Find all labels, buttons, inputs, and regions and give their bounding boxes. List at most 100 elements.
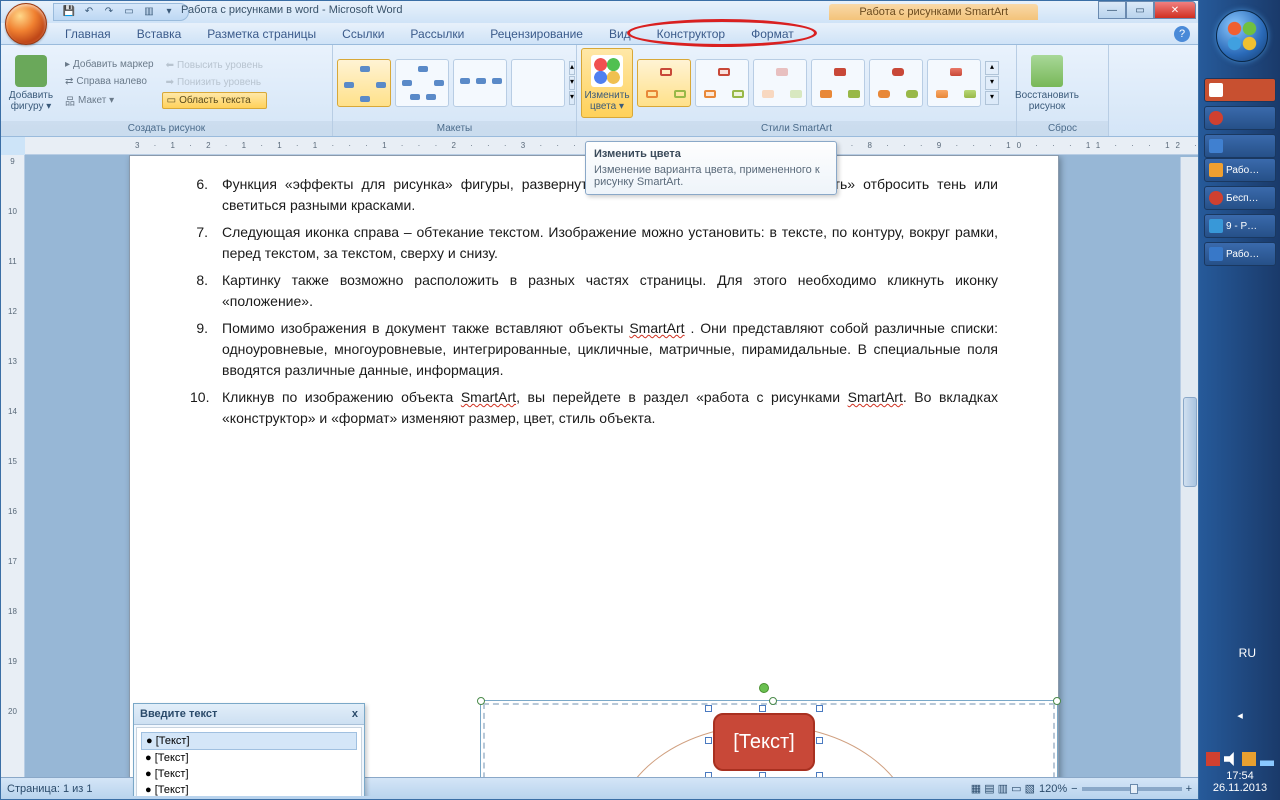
textpane-item[interactable]: ● [Текст]	[141, 782, 357, 796]
clock-date[interactable]: 26.11.2013	[1204, 782, 1276, 794]
taskbar-app[interactable]: Рабо…	[1204, 242, 1276, 266]
style-option[interactable]	[927, 59, 981, 107]
zoom-slider[interactable]	[1082, 787, 1182, 791]
taskbar-app[interactable]: Бесп…	[1204, 186, 1276, 210]
document-area[interactable]: 6.Функция «эффекты для рисунка» фигуры, …	[25, 155, 1198, 796]
clock-time[interactable]: 17:54	[1204, 770, 1276, 782]
add-shape-button[interactable]: Добавить фигуру ▾	[5, 48, 57, 118]
tab-review[interactable]: Рецензирование	[478, 24, 595, 44]
textpane-title: Введите текст	[140, 708, 217, 720]
vertical-ruler[interactable]: 91011121314151617181920	[1, 155, 25, 796]
style-option[interactable]	[869, 59, 923, 107]
qat-item[interactable]: ▥	[142, 5, 156, 19]
list-item: 9.Помимо изображения в документ также вс…	[190, 318, 998, 381]
save-icon[interactable]: 💾	[62, 5, 76, 19]
layout-option[interactable]	[511, 59, 565, 107]
textpane-toggle[interactable]: ▭ Область текста	[162, 92, 267, 109]
change-colors-button[interactable]: Изменить цвета ▾	[581, 48, 633, 118]
promote-button: ⬅ Повысить уровень	[162, 58, 267, 73]
word-window: 💾 ↶ ↷ ▭ ▥ ▾ Работа с рисунками в word - …	[0, 0, 1199, 800]
smartart-text-pane[interactable]: Введите текст x ● [Текст] ● [Текст] ● [Те…	[133, 703, 365, 796]
add-bullet-button[interactable]: ▸ Добавить маркер	[61, 57, 158, 72]
group-layouts: Макеты	[333, 121, 576, 136]
taskbar-app[interactable]: Рабо…	[1204, 158, 1276, 182]
resize-handle[interactable]	[477, 697, 485, 705]
layouts-gallery[interactable]	[337, 59, 565, 107]
gallery-down[interactable]: ▾	[985, 76, 999, 90]
style-option[interactable]	[637, 59, 691, 107]
resize-handle[interactable]	[769, 697, 777, 705]
tab-home[interactable]: Главная	[53, 24, 123, 44]
layout-option[interactable]	[453, 59, 507, 107]
tab-insert[interactable]: Вставка	[125, 24, 194, 44]
textpane-list[interactable]: ● [Текст] ● [Текст] ● [Текст] ● [Текст] …	[136, 727, 362, 796]
quicklaunch-item[interactable]	[1204, 106, 1276, 130]
maximize-button[interactable]: ▭	[1126, 1, 1154, 19]
tab-design[interactable]: Конструктор	[645, 24, 737, 44]
gallery-more[interactable]: ▾	[569, 91, 575, 105]
quicklaunch-item[interactable]	[1204, 78, 1276, 102]
tray-network-icon[interactable]	[1260, 752, 1274, 766]
tab-format[interactable]: Формат	[739, 24, 806, 44]
window-title: Работа с рисунками в word - Microsoft Wo…	[181, 4, 402, 20]
undo-icon[interactable]: ↶	[82, 5, 96, 19]
reset-button[interactable]: Восстановить рисунок	[1021, 48, 1073, 118]
group-reset: Сброс	[1017, 121, 1108, 136]
tray-volume-icon[interactable]	[1224, 752, 1238, 766]
selection-handles[interactable]	[709, 709, 819, 775]
layout-option[interactable]	[395, 59, 449, 107]
tooltip-body: Изменение варианта цвета, примененного к…	[594, 164, 828, 188]
close-button[interactable]: ✕	[1154, 1, 1196, 19]
redo-icon[interactable]: ↷	[102, 5, 116, 19]
zoom-in-button[interactable]: +	[1186, 783, 1192, 795]
rtl-button[interactable]: ⇄ Справа налево	[61, 74, 158, 89]
contextual-tab-title: Работа с рисунками SmartArt	[829, 4, 1038, 20]
tray-icon[interactable]	[1242, 752, 1256, 766]
style-option[interactable]	[695, 59, 749, 107]
gallery-down[interactable]: ▾	[569, 76, 575, 90]
zoom-knob[interactable]	[1130, 784, 1138, 794]
language-indicator[interactable]: RU	[1239, 646, 1256, 660]
textpane-close-icon[interactable]: x	[352, 708, 358, 720]
tray-icon[interactable]	[1206, 752, 1220, 766]
styles-gallery[interactable]	[637, 59, 981, 107]
gallery-more[interactable]: ▾	[985, 91, 999, 105]
scrollbar-thumb[interactable]	[1183, 397, 1197, 487]
gallery-up[interactable]: ▴	[569, 61, 575, 75]
ribbon-tabs: Главная Вставка Разметка страницы Ссылки…	[1, 23, 1198, 45]
group-create: Создать рисунок	[1, 121, 332, 136]
titlebar: 💾 ↶ ↷ ▭ ▥ ▾ Работа с рисунками в word - …	[1, 1, 1198, 23]
list-item: 8.Картинку также возможно расположить в …	[190, 270, 998, 312]
page-indicator[interactable]: Страница: 1 из 1	[7, 783, 93, 795]
vertical-scrollbar[interactable]	[1180, 157, 1198, 777]
textpane-item[interactable]: ● [Текст]	[141, 732, 357, 750]
start-button[interactable]	[1216, 10, 1268, 62]
rotate-handle[interactable]	[759, 683, 769, 693]
tab-mailings[interactable]: Рассылки	[398, 24, 476, 44]
style-option[interactable]	[753, 59, 807, 107]
list-item: 10.Кликнув по изображению объекта SmartA…	[190, 387, 998, 429]
qat-dropdown-icon[interactable]: ▾	[162, 5, 176, 19]
textpane-item[interactable]: ● [Текст]	[141, 750, 357, 766]
quicklaunch-item[interactable]	[1204, 134, 1276, 158]
tab-layout[interactable]: Разметка страницы	[195, 24, 328, 44]
tab-view[interactable]: Вид	[597, 24, 643, 44]
gallery-up[interactable]: ▴	[985, 61, 999, 75]
office-button[interactable]	[5, 3, 47, 45]
layout-button[interactable]: 品 Макет ▾	[61, 91, 158, 110]
tab-references[interactable]: Ссылки	[330, 24, 396, 44]
style-option[interactable]	[811, 59, 865, 107]
taskbar-app[interactable]: 9 - P…	[1204, 214, 1276, 238]
view-buttons[interactable]: ▦ ▤ ▥ ▭ ▧	[971, 782, 1035, 795]
qat-item[interactable]: ▭	[122, 5, 136, 19]
quick-access-toolbar: 💾 ↶ ↷ ▭ ▥ ▾	[53, 3, 189, 21]
resize-handle[interactable]	[1053, 697, 1061, 705]
zoom-level[interactable]: 120%	[1039, 783, 1067, 795]
help-icon[interactable]: ?	[1174, 26, 1190, 42]
minimize-button[interactable]: —	[1098, 1, 1126, 19]
textpane-item[interactable]: ● [Текст]	[141, 766, 357, 782]
demote-button: ➡ Понизить уровень	[162, 75, 267, 90]
system-tray: ◂ 17:54 26.11.2013	[1204, 709, 1276, 794]
layout-option[interactable]	[337, 59, 391, 107]
zoom-out-button[interactable]: −	[1071, 783, 1077, 795]
